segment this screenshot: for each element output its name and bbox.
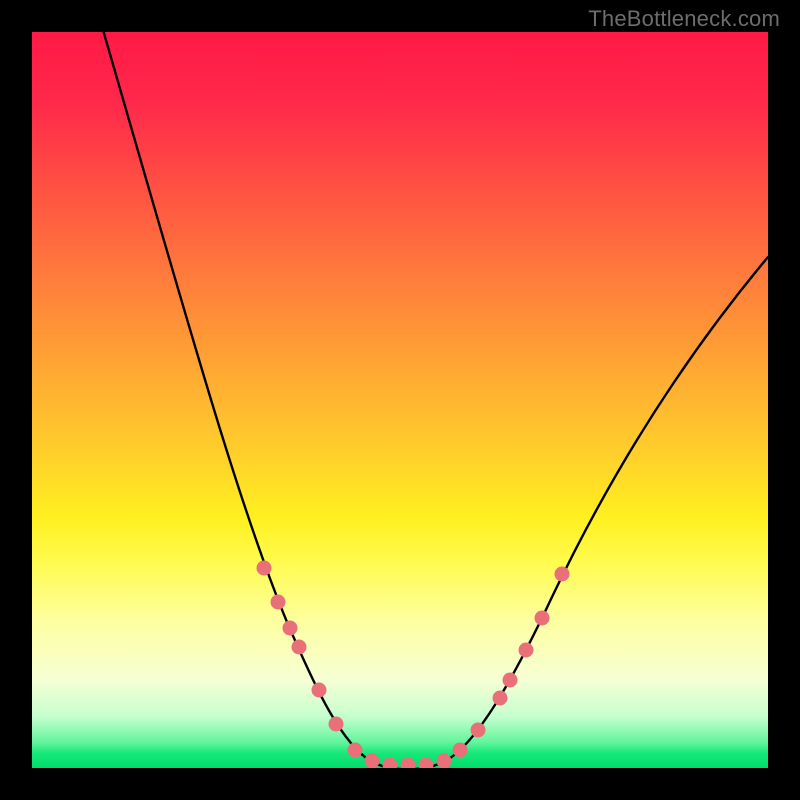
data-marker xyxy=(271,595,286,610)
data-marker xyxy=(292,640,307,655)
outer-frame: TheBottleneck.com xyxy=(0,0,800,800)
data-marker xyxy=(453,743,468,758)
data-marker xyxy=(555,567,570,582)
marker-group xyxy=(257,561,570,769)
data-marker xyxy=(365,754,380,769)
data-marker xyxy=(401,758,416,769)
bottleneck-curve xyxy=(92,32,768,768)
watermark-text: TheBottleneck.com xyxy=(588,6,780,32)
data-marker xyxy=(519,643,534,658)
data-marker xyxy=(383,758,398,769)
data-marker xyxy=(312,683,327,698)
plot-area xyxy=(32,32,768,768)
data-marker xyxy=(437,754,452,769)
chart-svg xyxy=(32,32,768,768)
data-marker xyxy=(257,561,272,576)
data-marker xyxy=(419,758,434,769)
data-marker xyxy=(535,611,550,626)
data-marker xyxy=(283,621,298,636)
data-marker xyxy=(348,743,363,758)
data-marker xyxy=(493,691,508,706)
data-marker xyxy=(329,717,344,732)
data-marker xyxy=(471,723,486,738)
data-marker xyxy=(503,673,518,688)
